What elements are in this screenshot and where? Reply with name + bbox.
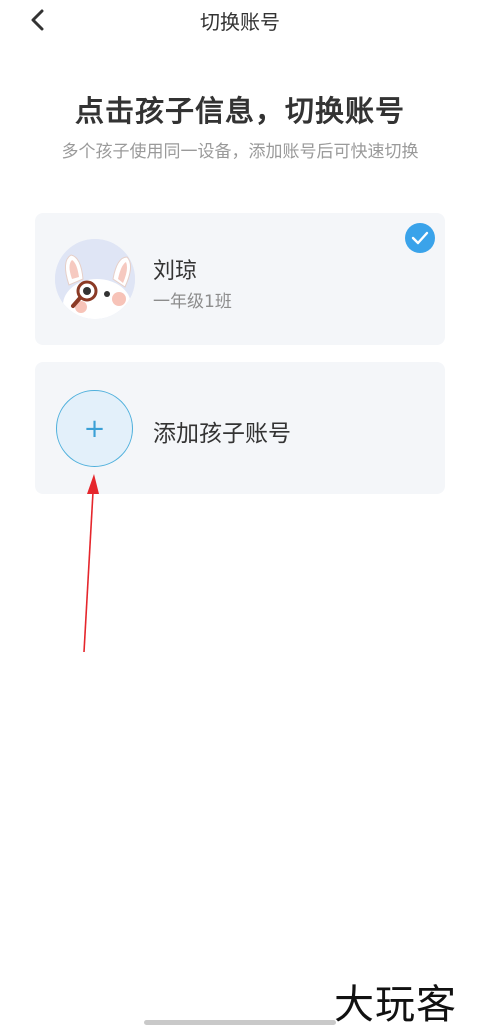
bunny-avatar-icon bbox=[55, 239, 135, 319]
check-icon bbox=[405, 223, 435, 253]
add-child-account-card[interactable]: + 添加孩子账号 bbox=[35, 362, 445, 494]
child-name: 刘琼 bbox=[153, 259, 198, 284]
add-account-label: 添加孩子账号 bbox=[153, 421, 291, 447]
child-account-card[interactable]: 刘琼 一年级1班 bbox=[35, 213, 445, 345]
add-account-button[interactable]: + bbox=[56, 390, 133, 467]
watermark-logo: 大玩客 bbox=[334, 982, 457, 1028]
child-class: 一年级1班 bbox=[153, 292, 232, 312]
top-bar: 切换账号 bbox=[0, 0, 480, 44]
instruction-headline: 点击孩子信息，切换账号 bbox=[74, 94, 405, 128]
page-title: 切换账号 bbox=[200, 10, 280, 34]
home-indicator bbox=[144, 1020, 336, 1025]
plus-icon: + bbox=[83, 413, 106, 444]
instruction-subline: 多个孩子使用同一设备，添加账号后可快速切换 bbox=[61, 142, 419, 162]
